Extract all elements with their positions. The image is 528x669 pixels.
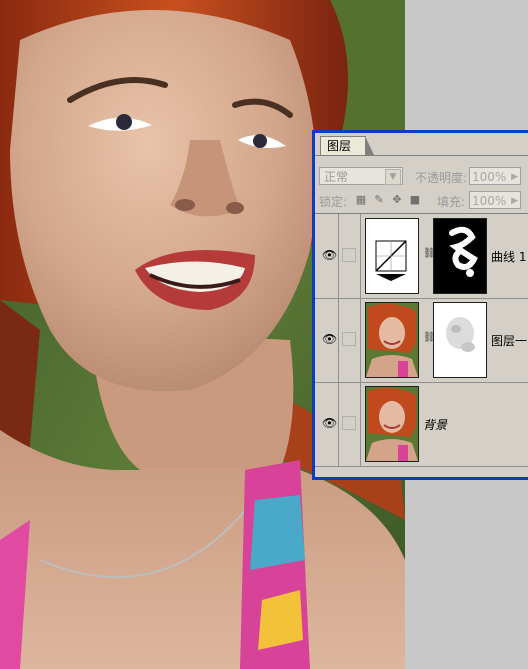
lock-transparency-icon[interactable]: ▦ — [355, 194, 367, 206]
visibility-toggle[interactable]: 👁 — [317, 214, 339, 298]
lock-brush-icon[interactable]: ✎ — [373, 194, 385, 206]
layer-thumbnail[interactable] — [365, 302, 419, 378]
layer-row-background[interactable]: 👁 背景 — [315, 382, 528, 467]
link-toggle[interactable] — [339, 382, 361, 466]
fill-value: 100% — [472, 194, 507, 208]
curves-adjustment-icon — [365, 218, 419, 294]
blend-mode-value: 正常 — [324, 170, 349, 184]
layer-thumbnail[interactable] — [365, 386, 419, 462]
triangle-right-icon[interactable]: ▶ — [511, 168, 518, 186]
link-box — [342, 332, 356, 346]
eye-icon: 👁 — [322, 248, 338, 262]
blend-opacity-row: 正常 ▼ 不透明度: 100% ▶ — [319, 167, 528, 187]
eye-icon: 👁 — [322, 332, 338, 346]
layer-row-layer1[interactable]: 👁 ⛓ 图层一 — [315, 298, 528, 383]
opacity-label: 不透明度: — [415, 171, 468, 185]
lock-move-icon[interactable]: ✥ — [391, 194, 403, 206]
layer-row-curves[interactable]: 👁 ⛓ 曲线 1 — [315, 214, 528, 299]
lock-label: 锁定: — [319, 195, 348, 209]
chevron-down-icon[interactable]: ▼ — [385, 169, 401, 185]
layer-mask-thumbnail[interactable] — [433, 302, 487, 378]
visibility-toggle[interactable]: 👁 — [317, 298, 339, 382]
chain-link-icon[interactable]: ⛓ — [423, 332, 436, 346]
lock-fill-row: 锁定: ▦ ✎ ✥ ■ 填充: 100% ▶ — [319, 191, 528, 209]
layer-name[interactable]: 图层一 — [491, 332, 527, 349]
layers-list: 👁 ⛓ 曲线 1 👁 ⛓ 图层一 👁 背景 — [315, 213, 528, 467]
panel-tab-bar: 图层 — [315, 133, 528, 156]
lock-all-icon[interactable]: ■ — [409, 194, 421, 206]
visibility-toggle[interactable]: 👁 — [317, 382, 339, 466]
blend-mode-select[interactable]: 正常 ▼ — [319, 167, 403, 185]
link-toggle[interactable] — [339, 298, 361, 382]
opacity-value: 100% — [472, 170, 507, 184]
opacity-field[interactable]: 100% ▶ — [469, 167, 521, 185]
link-box — [342, 248, 356, 262]
triangle-right-icon[interactable]: ▶ — [511, 192, 518, 210]
tab-layers[interactable]: 图层 — [320, 136, 375, 155]
link-toggle[interactable] — [339, 214, 361, 298]
chain-link-icon[interactable]: ⛓ — [423, 248, 436, 262]
fill-label: 填充: — [437, 195, 466, 209]
layer-mask-thumbnail[interactable] — [433, 218, 487, 294]
fill-field[interactable]: 100% ▶ — [469, 191, 521, 209]
layer-name[interactable]: 曲线 1 — [491, 248, 526, 265]
layer-name[interactable]: 背景 — [423, 416, 447, 433]
eye-icon: 👁 — [322, 416, 338, 430]
layers-panel: 图层 正常 ▼ 不透明度: 100% ▶ 锁定: ▦ ✎ ✥ ■ 填充: 100… — [312, 130, 528, 480]
link-box — [342, 416, 356, 430]
